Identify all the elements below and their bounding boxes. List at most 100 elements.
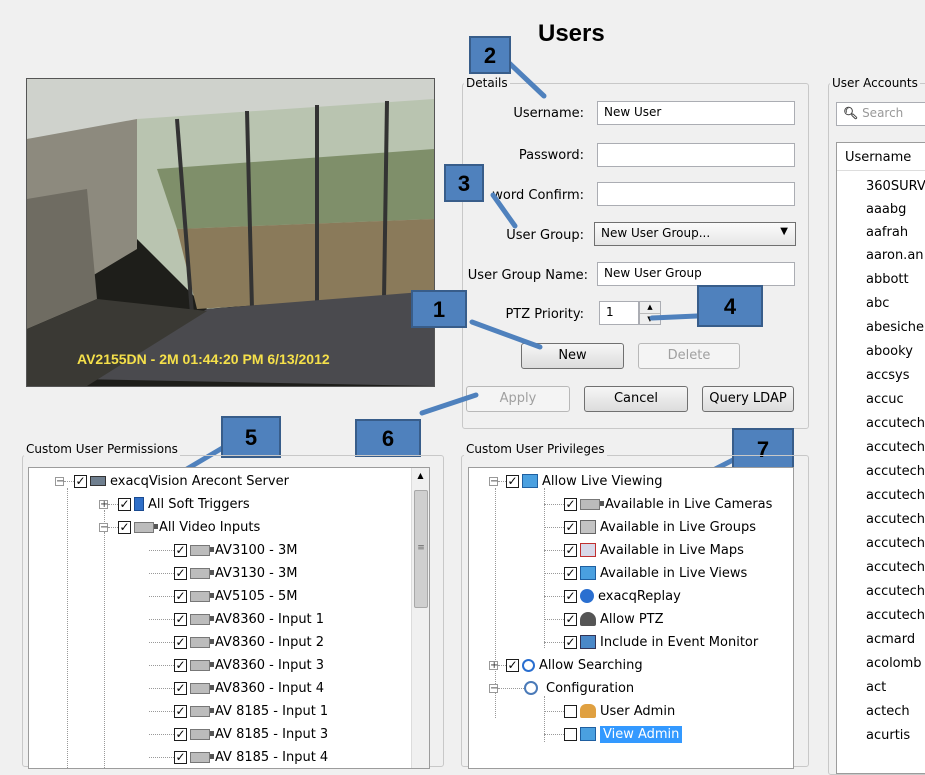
tree-node-soft-triggers[interactable]: + ✓ All Soft Triggers xyxy=(99,493,250,515)
tree-node-camera[interactable]: ✓ AV3130 - 3M xyxy=(149,562,297,584)
user-account-row[interactable]: abooky xyxy=(866,344,913,359)
permissions-tree[interactable]: − ✓ exacqVision Arecont Server + ✓ All S… xyxy=(28,467,430,769)
checkbox[interactable]: ✓ xyxy=(174,681,187,695)
tree-node-label: exacqVision Arecont Server xyxy=(110,473,289,489)
privilege-exacqreplay[interactable]: ✓ exacqReplay xyxy=(544,585,681,607)
user-account-row[interactable]: aaron.an xyxy=(866,248,924,263)
user-account-row[interactable]: abbott xyxy=(866,272,909,287)
user-account-row[interactable]: accutech xyxy=(866,536,925,551)
privilege-label: Include in Event Monitor xyxy=(600,634,759,650)
privilege-configuration[interactable]: − Configuration xyxy=(489,677,634,699)
checkbox[interactable]: ✓ xyxy=(174,635,187,649)
checkbox[interactable]: ✓ xyxy=(174,750,187,764)
user-account-row[interactable]: acmard xyxy=(866,632,915,647)
checkbox[interactable]: ✓ xyxy=(174,543,187,557)
user-account-row[interactable]: accutech xyxy=(866,440,925,455)
collapse-icon[interactable]: − xyxy=(489,476,498,486)
user-account-row[interactable]: acurtis xyxy=(866,728,910,743)
user-account-row[interactable]: abc xyxy=(866,296,889,311)
checkbox[interactable]: ✓ xyxy=(174,658,187,672)
tree-node-camera[interactable]: ✓ AV5105 - 5M xyxy=(149,585,297,607)
permissions-scrollbar[interactable]: ▲ ≡ xyxy=(411,468,429,768)
user-account-row[interactable]: accutech xyxy=(866,488,925,503)
user-account-row[interactable]: accutech xyxy=(866,416,925,431)
search-icon: 🔍︎ xyxy=(843,106,859,120)
camera-icon xyxy=(134,521,158,533)
user-account-row[interactable]: act xyxy=(866,680,886,695)
user-account-row[interactable]: accutech xyxy=(866,464,925,479)
tree-node-camera[interactable]: ✓ AV 8185 - Input 1 xyxy=(149,700,328,722)
privilege-allow-ptz[interactable]: ✓ Allow PTZ xyxy=(544,608,664,630)
camera-icon xyxy=(190,705,214,717)
tree-node-camera[interactable]: ✓ AV3100 - 3M xyxy=(149,539,297,561)
checkbox[interactable]: ✓ xyxy=(564,497,577,511)
expand-icon[interactable]: + xyxy=(99,499,108,509)
checkbox[interactable]: ✓ xyxy=(74,474,87,488)
privilege-label: Configuration xyxy=(546,680,635,696)
tree-node-label: AV5105 - 5M xyxy=(215,588,298,604)
privilege-allow-live-viewing[interactable]: − ✓ Allow Live Viewing xyxy=(489,470,662,492)
checkbox[interactable]: ✓ xyxy=(564,520,577,534)
checkbox[interactable]: ✓ xyxy=(506,658,519,672)
user-account-row[interactable]: actech xyxy=(866,704,910,719)
checkbox[interactable]: ✓ xyxy=(174,727,187,741)
checkbox[interactable]: ✓ xyxy=(174,704,187,718)
user-search-input[interactable]: 🔍︎ Search xyxy=(836,102,925,126)
checkbox[interactable]: ✓ xyxy=(564,566,577,580)
user-account-row[interactable]: accutech xyxy=(866,560,925,575)
callout-4: 4 xyxy=(697,285,763,327)
privilege-event-monitor[interactable]: ✓ Include in Event Monitor xyxy=(544,631,758,653)
tree-node-camera[interactable]: ✓ AV8360 - Input 3 xyxy=(149,654,324,676)
privilege-live-groups[interactable]: ✓ Available in Live Groups xyxy=(544,516,756,538)
checkbox[interactable]: ✓ xyxy=(174,612,187,626)
user-account-row[interactable]: accsys xyxy=(866,368,910,383)
user-account-row[interactable]: aaabg xyxy=(866,202,906,217)
privilege-allow-searching[interactable]: + ✓ Allow Searching xyxy=(489,654,643,676)
checkbox[interactable]: ✓ xyxy=(564,635,577,649)
collapse-icon[interactable]: − xyxy=(489,683,498,693)
expand-icon[interactable]: + xyxy=(489,660,498,670)
monitor-icon xyxy=(522,474,538,488)
privilege-live-views[interactable]: ✓ Available in Live Views xyxy=(544,562,747,584)
username-column-header[interactable]: Username xyxy=(837,145,925,171)
tree-node-camera[interactable]: ✓ AV8360 - Input 4 xyxy=(149,677,324,699)
privileges-tree[interactable]: − ✓ Allow Live Viewing ✓ Available in Liv… xyxy=(468,467,794,769)
checkbox[interactable]: ✓ xyxy=(118,497,131,511)
user-account-row[interactable]: accutech xyxy=(866,512,925,527)
checkbox[interactable] xyxy=(564,704,577,718)
collapse-icon[interactable]: − xyxy=(99,522,108,532)
user-account-row[interactable]: aafrah xyxy=(866,225,908,240)
scroll-thumb[interactable]: ≡ xyxy=(414,490,428,608)
user-account-row[interactable]: accuc xyxy=(866,392,904,407)
tree-node-server[interactable]: − ✓ exacqVision Arecont Server xyxy=(55,470,289,492)
privilege-view-admin[interactable]: View Admin xyxy=(544,723,683,745)
checkbox[interactable]: ✓ xyxy=(118,520,131,534)
grip-icon: ≡ xyxy=(417,543,425,553)
checkbox[interactable]: ✓ xyxy=(564,543,577,557)
checkbox[interactable]: ✓ xyxy=(564,589,577,603)
user-account-row[interactable]: 360SURV xyxy=(866,179,925,194)
checkbox[interactable]: ✓ xyxy=(174,589,187,603)
checkbox[interactable]: ✓ xyxy=(174,566,187,580)
checkbox[interactable] xyxy=(564,727,577,741)
tree-node-camera[interactable]: ✓ AV8360 - Input 1 xyxy=(149,608,324,630)
user-account-row[interactable]: abesiche xyxy=(866,320,924,335)
collapse-icon[interactable]: − xyxy=(55,476,64,486)
tree-node-camera[interactable]: ✓ AV 8185 - Input 3 xyxy=(149,723,328,745)
privilege-user-admin[interactable]: User Admin xyxy=(544,700,675,722)
callout-6: 6 xyxy=(355,419,421,457)
user-account-row[interactable]: accutech xyxy=(866,608,925,623)
user-account-row[interactable]: acolomb xyxy=(866,656,922,671)
callout-5: 5 xyxy=(221,416,281,458)
privilege-live-cameras[interactable]: ✓ Available in Live Cameras xyxy=(544,493,772,515)
tree-node-camera[interactable]: ✓ AV8360 - Input 2 xyxy=(149,631,324,653)
privilege-label: Allow PTZ xyxy=(600,611,664,627)
tree-node-camera[interactable]: ✓ AV 8185 - Input 4 xyxy=(149,746,328,768)
checkbox[interactable]: ✓ xyxy=(564,612,577,626)
privilege-live-maps[interactable]: ✓ Available in Live Maps xyxy=(544,539,744,561)
scroll-up-icon[interactable]: ▲ xyxy=(412,468,429,484)
tree-node-label: AV3130 - 3M xyxy=(215,565,298,581)
tree-node-video-inputs[interactable]: − ✓ All Video Inputs xyxy=(99,516,260,538)
checkbox[interactable]: ✓ xyxy=(506,474,519,488)
user-account-row[interactable]: accutech xyxy=(866,584,925,599)
